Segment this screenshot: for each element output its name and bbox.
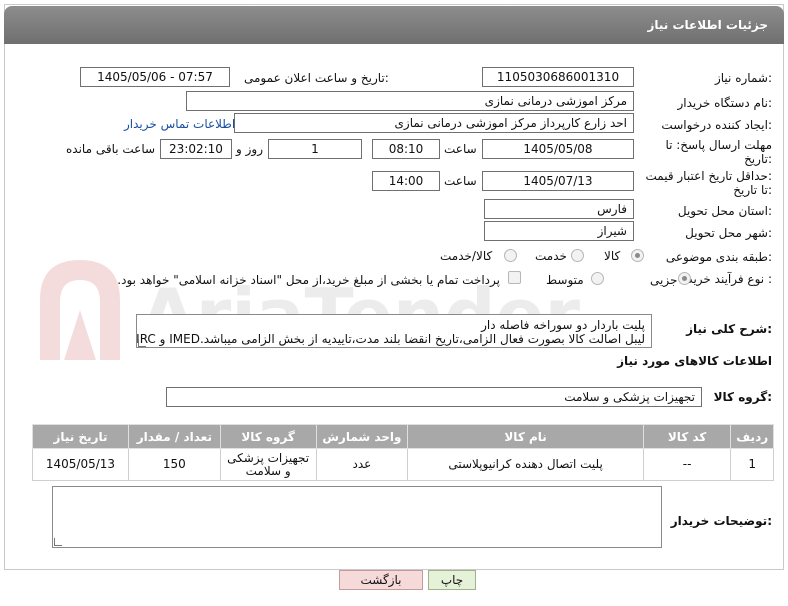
announce-label: تاریخ و ساعت اعلان عمومی: (244, 71, 389, 85)
header-bar: جزئیات اطلاعات نیاز (4, 6, 784, 44)
buyer-org-label: نام دستگاه خریدار: (677, 96, 773, 110)
goods-group-label: گروه کالا: (713, 390, 772, 404)
category-radio-service[interactable] (571, 249, 584, 262)
col-unit: واحد شمارش (315, 424, 409, 449)
cell-date: 1405/05/13 (32, 448, 129, 481)
price-time-label: ساعت (444, 174, 477, 188)
resize-grip-icon[interactable] (138, 339, 146, 347)
col-date: تاریخ نیاز (32, 424, 129, 449)
city-field: شیراز (484, 221, 634, 241)
buyer-notes-textarea[interactable] (52, 486, 662, 548)
goods-group-field: تجهیزات پزشکی و سلامت (166, 387, 702, 407)
cell-code: -- (642, 448, 732, 481)
city-label: شهر محل تحویل: (685, 226, 772, 240)
price-date-field: 1405/07/13 (482, 171, 634, 191)
reply-date-field: 1405/05/08 (482, 139, 634, 159)
description-textarea[interactable]: پلیت باردار دو سوراخه فاصله دار لیبل اصا… (136, 314, 652, 348)
col-qty: تعداد / مقدار (127, 424, 221, 449)
requester-label: ایجاد کننده درخواست: (661, 118, 772, 132)
province-label: استان محل تحویل: (677, 204, 772, 218)
table-row: 1 -- پلیت اتصال دهنده کرانیوپلاستی عدد ت… (32, 448, 774, 481)
reply-time-label: ساعت (444, 142, 477, 156)
process-label: نوع فرآیند خرید : (687, 272, 772, 286)
category-service-label: خدمت (535, 249, 567, 263)
treasury-payment-checkbox[interactable] (508, 271, 521, 284)
back-button[interactable]: بازگشت (339, 570, 423, 590)
reply-deadline-label: مهلت ارسال پاسخ: تا (665, 138, 772, 152)
cell-unit: عدد (315, 448, 409, 481)
buyer-contact-link[interactable]: اطلاعات تماس خریدار (124, 117, 235, 131)
category-label: طبقه بندی موضوعی: (665, 250, 772, 264)
items-table: ردیف کد کالا نام کالا واحد شمارش گروه کا… (32, 424, 774, 481)
requester-field: احد زارع کارپرداز مرکز اموزشی درمانی نما… (234, 113, 634, 133)
category-goods-service-label: کالا/خدمت (440, 249, 493, 263)
price-valid-label: حداقل تاریخ اعتبار قیمت: (645, 169, 772, 183)
col-code: کد کالا (642, 424, 732, 449)
treasury-payment-note: پرداخت تمام یا بخشی از مبلغ خرید،از محل … (117, 273, 500, 287)
process-minor-label: جزیی (650, 273, 678, 287)
process-radio-minor[interactable] (678, 272, 691, 285)
process-radio-medium[interactable] (591, 272, 604, 285)
buyer-notes-label: توضیحات خریدار: (670, 514, 772, 528)
col-row: ردیف (730, 424, 774, 449)
description-line-2: لیبل اصالت کالا بصورت فعال الزامی،تاریخ … (136, 332, 645, 346)
col-name: نام کالا (407, 424, 644, 449)
process-medium-label: متوسط (546, 273, 584, 287)
print-button[interactable]: چاپ (428, 570, 476, 590)
cell-row: 1 (730, 448, 774, 481)
cell-name: پلیت اتصال دهنده کرانیوپلاستی (407, 448, 644, 481)
need-number-field: 1105030686001310 (482, 67, 634, 87)
notes-resize-grip-icon[interactable] (54, 538, 62, 546)
remaining-label: ساعت باقی مانده (66, 142, 156, 156)
cell-group: تجهیزات پزشکی و سلامت (219, 448, 317, 481)
table-header-row: ردیف کد کالا نام کالا واحد شمارش گروه کا… (32, 424, 774, 449)
need-number-label: شماره نیاز: (714, 71, 772, 85)
remaining-time-field: 23:02:10 (160, 139, 232, 159)
reply-deadline-label-2: تاریخ: (744, 152, 772, 166)
page-title: جزئیات اطلاعات نیاز (647, 18, 768, 32)
col-group: گروه کالا (219, 424, 317, 449)
province-field: فارس (484, 199, 634, 219)
description-label: شرح کلی نیاز: (686, 322, 772, 336)
days-label: روز و (236, 142, 263, 156)
category-radio-goods[interactable] (631, 249, 644, 262)
description-line-1: پلیت باردار دو سوراخه فاصله دار (481, 318, 645, 332)
reply-time-field: 08:10 (372, 139, 440, 159)
category-goods-label: کالا (604, 249, 621, 263)
buyer-org-field: مرکز اموزشی درمانی نمازی (186, 91, 634, 111)
price-time-field: 14:00 (372, 171, 440, 191)
announce-field: 1405/05/06 - 07:57 (80, 67, 230, 87)
days-field: 1 (268, 139, 362, 159)
cell-qty: 150 (127, 448, 221, 481)
price-valid-label-2: تا تاریخ: (733, 183, 772, 197)
goods-info-title: اطلاعات کالاهای مورد نیاز (617, 354, 772, 368)
category-radio-goods-service[interactable] (504, 249, 517, 262)
